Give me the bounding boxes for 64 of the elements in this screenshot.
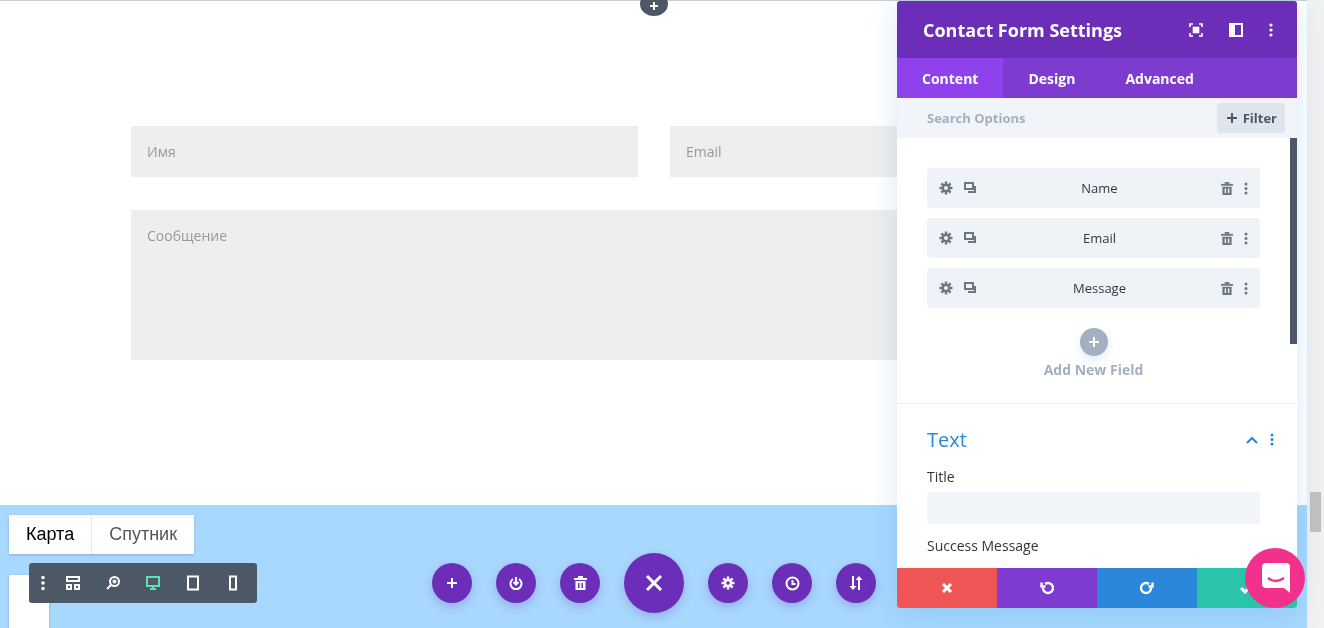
gear-icon[interactable]	[939, 231, 953, 245]
settings-button[interactable]	[708, 563, 748, 603]
settings-icon	[721, 576, 735, 590]
settings-tab[interactable]: Content	[897, 58, 1004, 98]
more-icon[interactable]	[1244, 181, 1248, 195]
redo-button[interactable]	[1097, 568, 1197, 608]
chevron-icon[interactable]	[1246, 435, 1258, 444]
undo-icon	[1040, 581, 1054, 595]
clock-icon	[784, 575, 800, 591]
more-icon[interactable]	[1270, 433, 1274, 446]
trash-icon[interactable]	[1221, 281, 1233, 295]
name-field[interactable]: Имя	[131, 126, 638, 177]
fullscreen-icon[interactable]	[1189, 22, 1203, 37]
duplicate-icon[interactable]	[964, 181, 978, 195]
delete-button[interactable]	[560, 563, 600, 603]
more-icon[interactable]	[1244, 231, 1248, 245]
duplicate-icon[interactable]	[964, 231, 978, 245]
duplicate-icon[interactable]	[964, 281, 978, 295]
add-field-label: Add New Field	[1043, 360, 1144, 379]
chat-icon	[1262, 563, 1290, 593]
close-button[interactable]	[624, 553, 684, 613]
portability-button[interactable]	[496, 563, 536, 603]
settings-tab[interactable]: Advanced	[1100, 58, 1219, 98]
close-icon	[941, 582, 953, 594]
option-label: Title	[927, 467, 956, 486]
add-button[interactable]	[432, 563, 472, 603]
gear-icon[interactable]	[939, 181, 953, 195]
field-label: Email	[1081, 229, 1117, 247]
sidebar-icon[interactable]	[1229, 22, 1243, 37]
filter-button[interactable]: Filter	[1216, 103, 1285, 133]
sort-icon	[849, 575, 863, 591]
email-field[interactable]: Email	[670, 126, 897, 177]
close-icon	[644, 573, 664, 593]
field-item[interactable]: Message	[927, 268, 1260, 308]
settings-tab[interactable]: Design	[1003, 58, 1101, 98]
add-field-button[interactable]	[1079, 328, 1108, 356]
more-icon[interactable]	[1244, 281, 1248, 295]
trash-icon	[573, 576, 587, 590]
page-scrollbar[interactable]	[1307, 0, 1324, 628]
map-type-tab[interactable]: Спутник	[91, 515, 195, 554]
field-label: Name	[1080, 179, 1119, 197]
plus-icon	[1226, 113, 1237, 123]
field-label: Message	[1072, 279, 1127, 297]
plus-icon	[446, 577, 458, 589]
option-label: Success Message	[927, 536, 1040, 555]
section-title: Text	[927, 426, 968, 453]
trash-icon[interactable]	[1221, 231, 1233, 245]
redo-icon	[1140, 581, 1154, 595]
plus-icon	[649, 1, 659, 11]
field-item[interactable]: Name	[927, 168, 1260, 208]
map-type-tab[interactable]: Карта	[9, 515, 92, 554]
trash-icon[interactable]	[1221, 181, 1233, 195]
undo-button[interactable]	[997, 568, 1097, 608]
gear-icon[interactable]	[939, 281, 953, 295]
message-field[interactable]: Сообщение	[131, 210, 897, 360]
panel-scrollbar[interactable]	[1290, 138, 1297, 344]
history-button[interactable]	[772, 563, 812, 603]
more-icon[interactable]	[1269, 22, 1273, 37]
download-icon	[509, 576, 523, 590]
search-field[interactable]: Search Options	[897, 98, 1217, 138]
plus-icon	[1088, 337, 1099, 347]
reorder-button[interactable]	[836, 563, 876, 603]
field-item[interactable]: Email	[927, 218, 1260, 258]
panel-title: Contact Form Settings	[923, 17, 1124, 42]
